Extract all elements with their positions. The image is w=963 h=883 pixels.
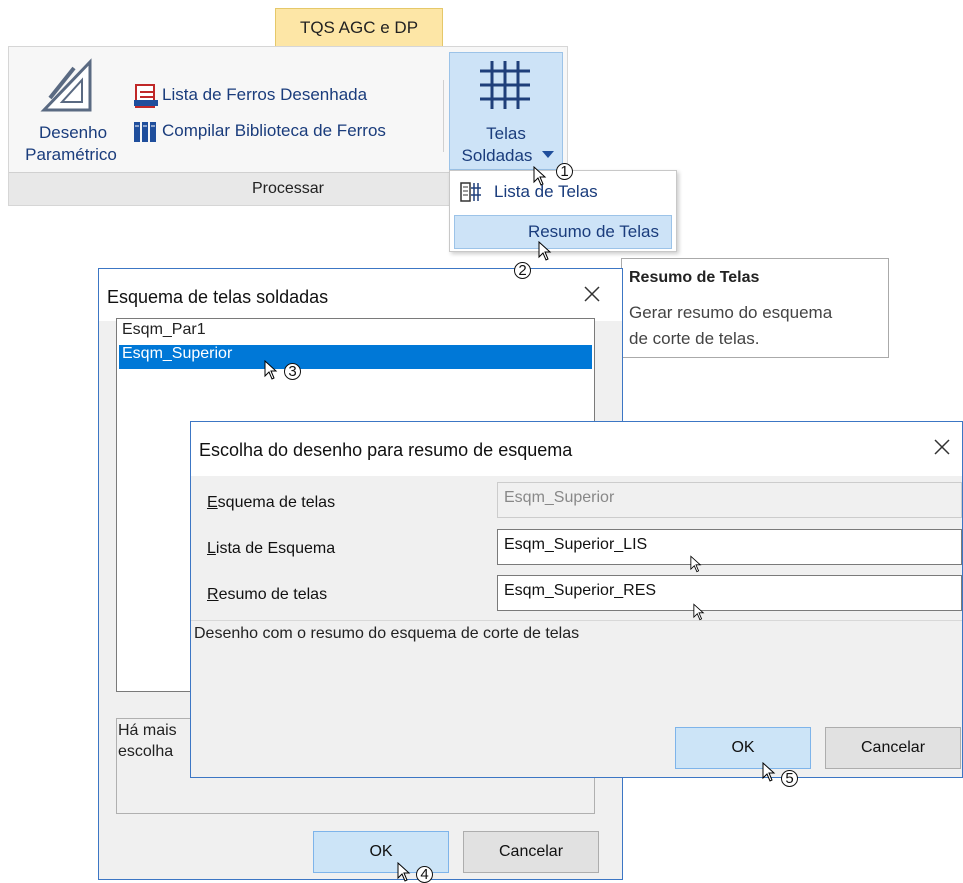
esquema-cancel-button[interactable]: Cancelar	[463, 831, 599, 873]
list-item[interactable]: Esqm_Par1	[119, 321, 592, 343]
resumo-telas-label: Resumo de telas	[207, 586, 328, 603]
set-square-icon	[40, 58, 92, 112]
library-books-icon	[134, 122, 156, 142]
ribbon-tab[interactable]: TQS AGC e DP	[275, 8, 443, 46]
cursor-arrow-icon	[538, 241, 552, 261]
cursor-arrow-icon	[397, 862, 411, 882]
telas-dropdown-menu: Lista de Telas Resumo de Telas	[449, 170, 677, 252]
escolha-dialog-title: Escolha do desenho para resumo de esquem…	[199, 440, 573, 460]
escolha-cancel-button[interactable]: Cancelar	[825, 727, 961, 769]
esquema-telas-field: Esqm_Superior	[497, 482, 962, 518]
callout-1: 1	[556, 163, 573, 180]
escolha-ok-button[interactable]: OK	[675, 727, 811, 769]
telas-soldadas-button[interactable]: Telas Soldadas	[449, 52, 563, 170]
lista-esquema-label: Lista de Esquema	[207, 540, 336, 557]
esquema-dialog-titlebar: Esquema de telas soldadas	[99, 269, 622, 321]
callout-4: 4	[416, 866, 433, 883]
document-list-icon	[134, 84, 158, 108]
grid-list-icon	[460, 182, 481, 202]
cursor-arrow-icon	[693, 603, 705, 621]
desenho-parametrico-button[interactable]: Desenho Paramétrico	[14, 52, 128, 170]
lista-ferros-button[interactable]: Lista de Ferros Desenhada	[130, 82, 430, 108]
tooltip-line-1: Gerar resumo do esquema	[629, 303, 833, 322]
lista-ferros-label: Lista de Ferros Desenhada	[162, 85, 368, 104]
telas-label-1: Telas	[486, 124, 526, 143]
callout-5: 5	[781, 770, 798, 787]
compilar-biblioteca-button[interactable]: Compilar Biblioteca de Ferros	[130, 118, 440, 144]
callout-2: 2	[514, 262, 531, 279]
grid-mesh-icon	[480, 61, 530, 109]
esquema-dialog-title: Esquema de telas soldadas	[107, 287, 329, 307]
cursor-arrow-icon	[762, 762, 776, 782]
tooltip-resumo-telas: Resumo de Telas Gerar resumo do esquema …	[621, 258, 889, 358]
cursor-arrow-icon	[690, 555, 702, 573]
tooltip-title: Resumo de Telas	[629, 269, 760, 286]
callout-3: 3	[284, 363, 301, 380]
resumo-telas-field[interactable]: Esqm_Superior_RES	[497, 575, 962, 611]
list-item-selected[interactable]: Esqm_Superior	[119, 345, 592, 369]
cursor-arrow-icon	[533, 166, 547, 186]
menu-item-resumo-telas-label: Resumo de Telas	[527, 222, 659, 241]
cursor-arrow-icon	[264, 360, 278, 380]
desenho-label-1: Desenho	[38, 123, 108, 142]
lista-esquema-field[interactable]: Esqm_Superior_LIS	[497, 529, 962, 565]
chevron-down-icon	[542, 151, 554, 158]
escolha-description: Desenho com o resumo do esquema de corte…	[191, 620, 962, 710]
ribbon-separator	[443, 80, 444, 152]
close-icon[interactable]	[933, 438, 951, 456]
escolha-dialog-titlebar: Escolha do desenho para resumo de esquem…	[191, 422, 962, 476]
message-line-1: Há mais	[118, 722, 177, 739]
tooltip-line-2: de corte de telas.	[629, 329, 760, 348]
telas-label-2: Soldadas	[461, 146, 533, 165]
menu-item-resumo-telas[interactable]: Resumo de Telas	[454, 215, 672, 249]
menu-item-lista-telas[interactable]: Lista de Telas	[454, 175, 672, 209]
desenho-label-2: Paramétrico	[25, 145, 117, 164]
compilar-label: Compilar Biblioteca de Ferros	[162, 121, 386, 140]
message-line-2: escolha	[118, 743, 174, 760]
esquema-telas-label: Esquema de telas	[207, 494, 336, 511]
close-icon[interactable]	[583, 285, 601, 303]
